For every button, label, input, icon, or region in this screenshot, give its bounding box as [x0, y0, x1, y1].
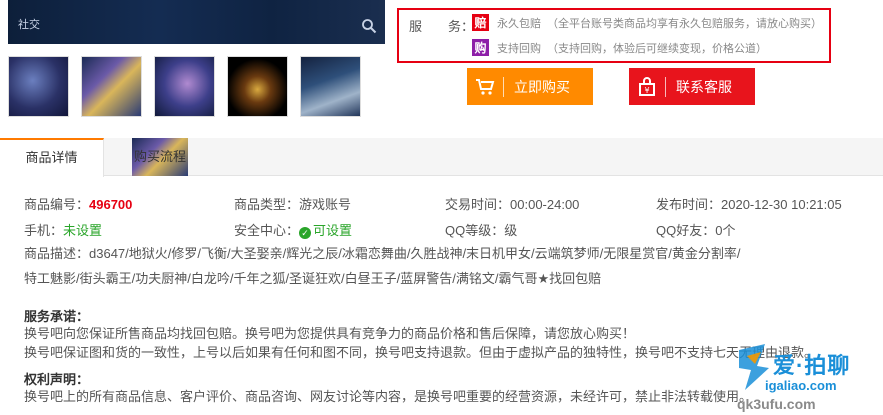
service-title: 永久包赔: [497, 17, 541, 30]
phone: 手机：未设置: [24, 220, 102, 239]
divider: [503, 76, 504, 97]
trade-time: 交易时间：00:00-24:00: [445, 194, 579, 213]
thumbnail-5[interactable]: [300, 56, 361, 117]
service-row-buyback: 购 支持回购 （支持回购，体验后可继续变现，价格公道）: [472, 39, 767, 56]
service-title: 支持回购: [497, 42, 541, 55]
trade-time-value: 00:00-24:00: [510, 197, 580, 212]
watermark-logo: 爱·拍聊 igaliao.com qk3ufu.com: [735, 338, 883, 415]
watermark-sub: igaliao.com: [765, 378, 837, 393]
description-line-2: 特工魅影/街头霸王/功夫厨神/白龙吟/千年之狐/圣诞狂欢/白昼王子/蓝屏警告/满…: [24, 271, 602, 286]
thumbnail-4[interactable]: [227, 56, 288, 117]
qq-friends-label: QQ好友：: [656, 223, 716, 238]
buy-now-label: 立即购买: [514, 78, 570, 95]
service-detail: （支持回购，体验后可继续变现，价格公道）: [547, 42, 767, 55]
phone-label: 手机：: [24, 223, 64, 238]
thumbnail-3[interactable]: [154, 56, 215, 117]
service-row-compensation: 赔 永久包赔 （全平台账号类商品均享有永久包赔服务，请放心购买）: [472, 14, 822, 31]
description-line-1: 商品描述：d3647/地狱火/修罗/飞衡/大圣娶亲/辉光之辰/冰霜恋舞曲/久胜战…: [24, 241, 784, 266]
tab-bar: 商品详情 购买流程: [0, 138, 883, 177]
description-label: 商品描述：: [24, 246, 90, 261]
thumbnail-strip: [8, 56, 361, 117]
qq-friends: QQ好友：0个: [656, 220, 735, 239]
service-label: 服 务：: [409, 19, 475, 34]
service-promise-line-1: 换号吧向您保证所售商品均找回包赔。换号吧为您提供具有竞争力的商品价格和售后保障，…: [24, 326, 636, 341]
product-code-value: 496700: [89, 197, 133, 212]
product-type-value: 游戏账号: [299, 197, 352, 212]
main-product-image[interactable]: 社交: [8, 0, 385, 44]
buy-now-button[interactable]: 立即购买: [467, 68, 593, 105]
product-type-label: 商品类型：: [234, 197, 300, 212]
contact-service-label: 联系客服: [676, 78, 732, 95]
security-center-value: 可设置: [313, 223, 353, 238]
check-icon: ✓: [299, 227, 312, 239]
qq-level-label: QQ等级：: [445, 223, 505, 238]
publish-time-value: 2020-12-30 10:21:05: [721, 197, 842, 212]
watermark-main: 爱·拍聊: [773, 353, 851, 378]
description-text-1: d3647/地狱火/修罗/飞衡/大圣娶亲/辉光之辰/冰霜恋舞曲/久胜战神/末日机…: [89, 246, 741, 261]
tab-purchase-process[interactable]: 购买流程: [132, 138, 188, 176]
watermark-sub2: qk3ufu.com: [737, 396, 816, 412]
security-center-label: 安全中心：: [234, 223, 300, 238]
rights-line-1: 换号吧上的所有商品信息、客户评价、商品咨询、网友讨论等内容，是换号吧重要的经营资…: [24, 389, 753, 404]
thumbnail-2[interactable]: [81, 56, 142, 117]
product-code-label: 商品编号：: [24, 197, 90, 212]
service-box: 服 务： 赔 永久包赔 （全平台账号类商品均享有永久包赔服务，请放心购买） 购 …: [397, 8, 831, 63]
product-description: 商品描述：d3647/地狱火/修罗/飞衡/大圣娶亲/辉光之辰/冰霜恋舞曲/久胜战…: [24, 241, 784, 291]
qq-level-value: 级: [504, 223, 518, 238]
publish-time-label: 发布时间：: [656, 197, 722, 212]
thumbnail-1[interactable]: [8, 56, 69, 117]
trade-time-label: 交易时间：: [445, 197, 511, 212]
buyback-badge: 购: [472, 39, 489, 56]
svg-text:¥: ¥: [644, 86, 649, 95]
service-detail: （全平台账号类商品均享有永久包赔服务，请放心购买）: [547, 17, 822, 30]
image-caption: 社交: [18, 19, 40, 31]
lock-bag-icon: ¥: [629, 68, 665, 105]
product-code: 商品编号：496700: [24, 194, 132, 213]
service-promise-line-2: 换号吧保证图和货的一致性，上号以后如果有任何和图不同，换号吧支持退款。但由于虚拟…: [24, 345, 818, 360]
contact-service-button[interactable]: ¥ 联系客服: [629, 68, 755, 105]
cart-icon: [467, 68, 503, 105]
phone-value: 未设置: [63, 223, 103, 238]
product-type: 商品类型：游戏账号: [234, 194, 351, 213]
tab-product-details[interactable]: 商品详情: [0, 138, 104, 177]
qq-level: QQ等级：级: [445, 220, 517, 239]
publish-time: 发布时间：2020-12-30 10:21:05: [656, 194, 842, 213]
zoom-icon[interactable]: [361, 18, 377, 34]
divider: [665, 76, 666, 97]
security-center: 安全中心： ✓ 可设置: [234, 220, 352, 239]
qq-friends-value: 0个: [715, 223, 736, 238]
compensation-badge: 赔: [472, 14, 489, 31]
product-page: 社交 服 务： 赔 永久包赔 （全平台账号类商品均享有永久包赔服务，请放心购买）…: [0, 0, 883, 415]
